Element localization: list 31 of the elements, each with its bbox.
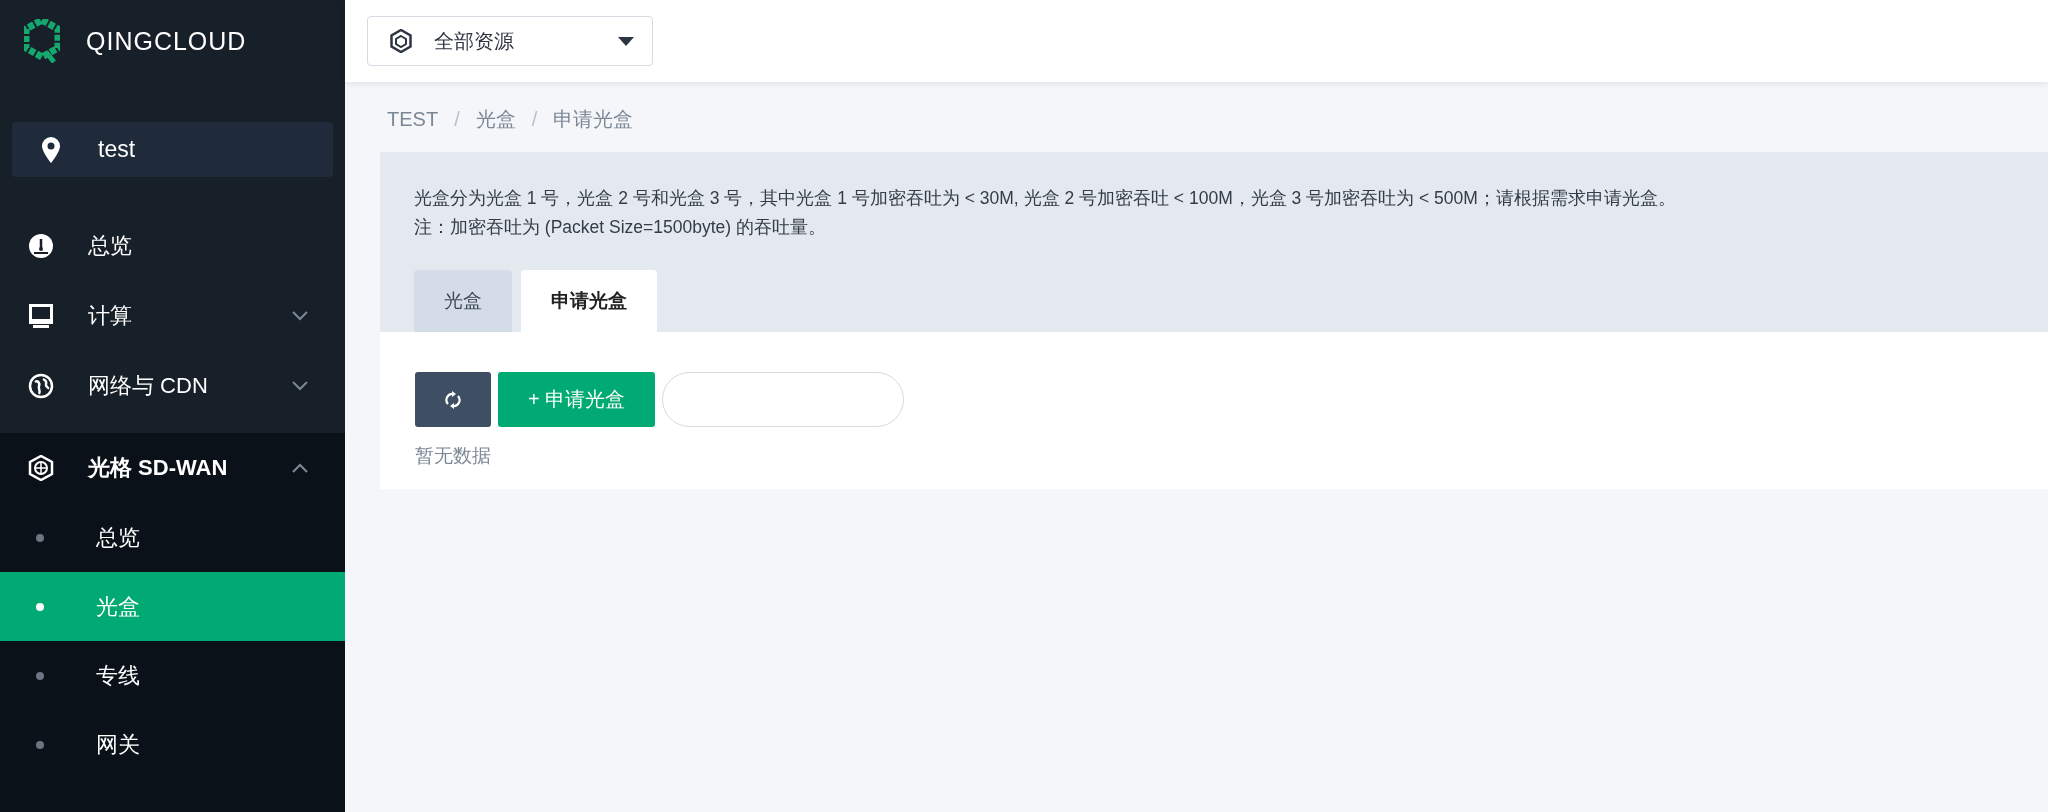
nav-item[interactable]: 计算 xyxy=(0,281,345,351)
nav-item[interactable]: 网络与 CDN xyxy=(0,351,345,421)
chevron-down-icon[interactable] xyxy=(291,380,309,392)
chevron-down-icon[interactable] xyxy=(291,310,309,322)
nav-subitem[interactable]: 专线 xyxy=(0,641,345,710)
monitor-icon xyxy=(28,303,54,329)
notice-text: 注：加密吞吐为 (Packet Size=1500byte) 的吞吐量。 xyxy=(414,216,827,239)
refresh-icon xyxy=(444,390,462,409)
hexagon-globe-icon xyxy=(28,455,54,481)
breadcrumb-separator: / xyxy=(531,107,538,132)
caret-down-icon xyxy=(618,36,634,46)
breadcrumb-separator: / xyxy=(454,107,460,132)
hexagon-icon xyxy=(390,29,412,53)
tab[interactable]: 申请光盒 xyxy=(521,270,657,332)
logo-icon xyxy=(24,19,60,63)
region-name: test xyxy=(98,136,136,163)
logo-text: QINGCLOUD xyxy=(86,26,247,56)
nav-item[interactable]: 总览 xyxy=(0,211,345,281)
breadcrumb-current: 申请光盒 xyxy=(553,107,634,132)
refresh-button[interactable] xyxy=(415,372,491,427)
resource-dropdown[interactable]: 全部资源 xyxy=(367,16,653,66)
notice-text: 光盒分为光盒 1 号，光盒 2 号和光盒 3 号，其中光盒 1 号加密吞吐为 < 30M, 光盒 2 号加密吞吐 < 100M，光盒 3 号加密吞吐为 < 500M；请根据需求申请光盒。 xyxy=(414,187,1677,210)
chevron-up-icon[interactable] xyxy=(291,462,309,474)
dashboard-icon xyxy=(28,233,54,259)
tab[interactable]: 光盒 xyxy=(414,270,512,332)
location-pin-icon xyxy=(42,136,60,163)
nav-subitem[interactable]: 总览 xyxy=(0,503,345,572)
region-selector[interactable]: test xyxy=(12,122,333,177)
nav-item[interactable]: 光格 SD-WAN xyxy=(0,433,345,503)
nav-subitem[interactable]: 网关 xyxy=(0,710,345,779)
empty-message: 暂无数据 xyxy=(415,444,492,468)
